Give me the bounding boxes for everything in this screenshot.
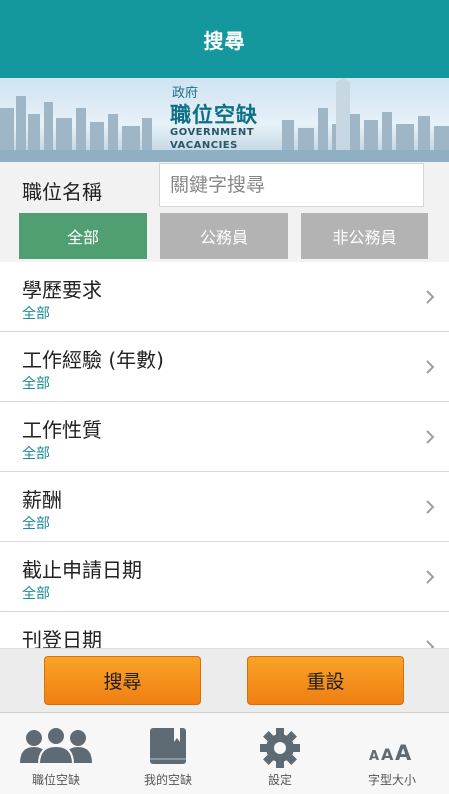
chevron-right-icon <box>426 570 435 584</box>
top-navigation-bar: 搜尋 <box>0 0 449 78</box>
chevron-right-icon <box>426 500 435 514</box>
filter-value: 全部 <box>22 446 50 462</box>
filter-education[interactable]: 學歷要求 全部 <box>0 262 449 332</box>
filter-title: 薪酬 <box>22 488 62 512</box>
filter-work-experience[interactable]: 工作經驗 (年數) 全部 <box>0 332 449 402</box>
svg-text:A: A <box>369 749 379 764</box>
logo-text-line4: VACANCIES <box>170 140 238 151</box>
filter-posting-date[interactable]: 刊登日期 <box>0 612 449 648</box>
reset-button[interactable]: 重設 <box>247 656 404 705</box>
filter-title: 工作性質 <box>22 418 102 442</box>
keyword-search-input[interactable] <box>159 163 424 207</box>
bookmark-book-icon <box>150 728 186 764</box>
tab-label: 設定 <box>267 773 292 787</box>
segment-civil-service[interactable]: 公務員 <box>160 213 288 259</box>
chevron-right-icon <box>426 290 435 304</box>
chevron-right-icon <box>426 360 435 374</box>
tab-settings[interactable]: 設定 <box>224 713 336 794</box>
filter-title: 學歷要求 <box>22 278 102 302</box>
filter-closing-date[interactable]: 截止申請日期 全部 <box>0 542 449 612</box>
filter-value: 全部 <box>22 376 50 392</box>
government-vacancies-logo: 政府 職位空缺 GOVERNMENT VACANCIES <box>168 82 278 158</box>
tab-label: 字型大小 <box>367 773 416 787</box>
tab-label: 我的空缺 <box>143 773 192 787</box>
search-panel: 職位名稱 全部 公務員 非公務員 <box>0 162 449 262</box>
filter-title: 刊登日期 <box>22 628 102 648</box>
font-size-icon: A A A <box>369 741 412 765</box>
filter-salary[interactable]: 薪酬 全部 <box>0 472 449 542</box>
tab-my-vacancies[interactable]: 我的空缺 <box>112 713 224 794</box>
filter-value: 全部 <box>22 586 50 602</box>
page-title: 搜尋 <box>203 28 246 53</box>
tab-job-vacancies[interactable]: 職位空缺 <box>0 713 112 794</box>
svg-text:A: A <box>395 741 412 765</box>
chevron-right-icon <box>426 430 435 444</box>
people-icon <box>20 727 92 765</box>
svg-text:A: A <box>381 745 394 764</box>
search-button[interactable]: 搜尋 <box>44 656 201 705</box>
filter-value: 全部 <box>22 306 50 322</box>
tab-font-size[interactable]: A A A 字型大小 <box>336 713 448 794</box>
gear-icon <box>260 728 300 768</box>
filter-title: 截止申請日期 <box>22 558 142 582</box>
chevron-right-icon <box>426 640 435 648</box>
filter-value: 全部 <box>22 516 50 532</box>
segment-non-civil-service[interactable]: 非公務員 <box>301 213 428 259</box>
filter-title: 工作經驗 (年數) <box>22 348 164 372</box>
action-bar: 搜尋 重設 <box>0 648 449 712</box>
segment-all[interactable]: 全部 <box>19 213 147 259</box>
bottom-tab-bar: 職位空缺 我的空缺 設定 A A A 字型大小 <box>0 712 449 794</box>
logo-text-line3: GOVERNMENT <box>170 127 255 138</box>
banner-image: 政府 職位空缺 GOVERNMENT VACANCIES <box>0 78 449 162</box>
filter-job-nature[interactable]: 工作性質 全部 <box>0 402 449 472</box>
filter-list: 學歷要求 全部 工作經驗 (年數) 全部 工作性質 全部 薪酬 全部 截止申請日… <box>0 262 449 648</box>
job-title-label: 職位名稱 <box>22 180 102 204</box>
tab-label: 職位空缺 <box>31 773 80 787</box>
logo-text-line2: 職位空缺 <box>170 103 258 127</box>
